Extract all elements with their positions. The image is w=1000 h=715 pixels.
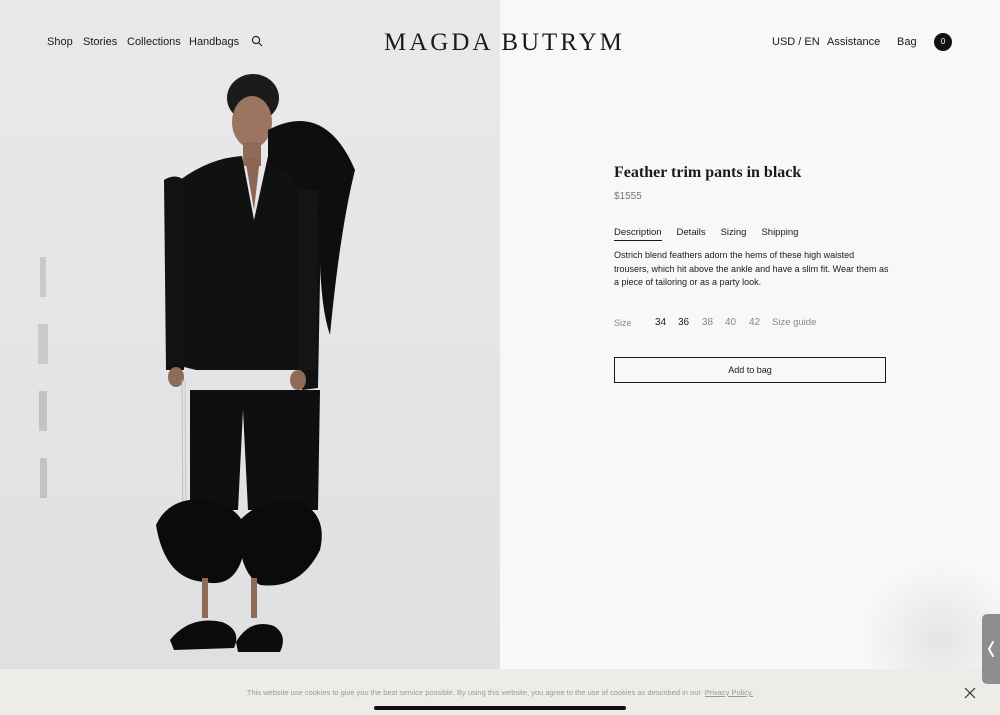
product-photo bbox=[156, 74, 355, 652]
nav-shop[interactable]: Shop bbox=[47, 36, 73, 48]
nav-stories[interactable]: Stories bbox=[83, 36, 117, 48]
thumbnail[interactable] bbox=[28, 255, 58, 301]
thumbnail[interactable] bbox=[28, 456, 58, 502]
side-drawer-handle[interactable] bbox=[982, 614, 1000, 684]
assistance-link[interactable]: Assistance bbox=[827, 36, 880, 48]
product-price: $1555 bbox=[614, 191, 642, 202]
nav-handbags[interactable]: Handbags bbox=[189, 36, 239, 48]
size-option-40[interactable]: 40 bbox=[725, 317, 736, 328]
currency-language-selector[interactable]: USD / EN bbox=[772, 36, 820, 48]
product-tabs: Description Details Sizing Shipping bbox=[614, 227, 798, 241]
brand-logo[interactable]: MAGDA BUTRYM bbox=[384, 29, 622, 57]
cookie-text: This website use cookies to give you the… bbox=[246, 688, 701, 697]
thumbnail[interactable] bbox=[28, 322, 58, 368]
privacy-policy-link[interactable]: Privacy Policy. bbox=[705, 688, 753, 697]
size-option-38[interactable]: 38 bbox=[702, 317, 713, 328]
nav-collections[interactable]: Collections bbox=[127, 36, 181, 48]
product-info-pane bbox=[500, 0, 1000, 669]
size-option-36[interactable]: 36 bbox=[678, 317, 689, 328]
size-label: Size bbox=[614, 318, 632, 328]
thumbnail-strip bbox=[28, 255, 66, 523]
product-description: Ostrich blend feathers adorn the hems of… bbox=[614, 250, 889, 287]
bag-count-badge[interactable]: 0 bbox=[934, 33, 952, 51]
product-image-pane bbox=[0, 0, 500, 669]
tab-details[interactable]: Details bbox=[677, 227, 706, 241]
add-to-bag-button[interactable]: Add to bag bbox=[614, 357, 886, 383]
tab-shipping[interactable]: Shipping bbox=[761, 227, 798, 241]
bag-link[interactable]: Bag bbox=[897, 36, 917, 48]
home-indicator bbox=[374, 706, 626, 710]
cookie-message: This website use cookies to give you the… bbox=[0, 688, 1000, 697]
close-icon[interactable] bbox=[963, 686, 977, 700]
chevron-left-icon bbox=[987, 641, 994, 657]
product-title: Feather trim pants in black bbox=[614, 164, 802, 181]
tab-sizing[interactable]: Sizing bbox=[721, 227, 747, 241]
search-icon[interactable] bbox=[251, 35, 263, 47]
tab-description[interactable]: Description bbox=[614, 227, 662, 241]
thumbnail[interactable] bbox=[28, 389, 58, 435]
size-option-42[interactable]: 42 bbox=[749, 317, 760, 328]
size-option-34[interactable]: 34 bbox=[655, 317, 666, 328]
size-guide-link[interactable]: Size guide bbox=[772, 317, 816, 328]
site-header: Shop Stories Collections Handbags MAGDA … bbox=[0, 0, 1000, 84]
